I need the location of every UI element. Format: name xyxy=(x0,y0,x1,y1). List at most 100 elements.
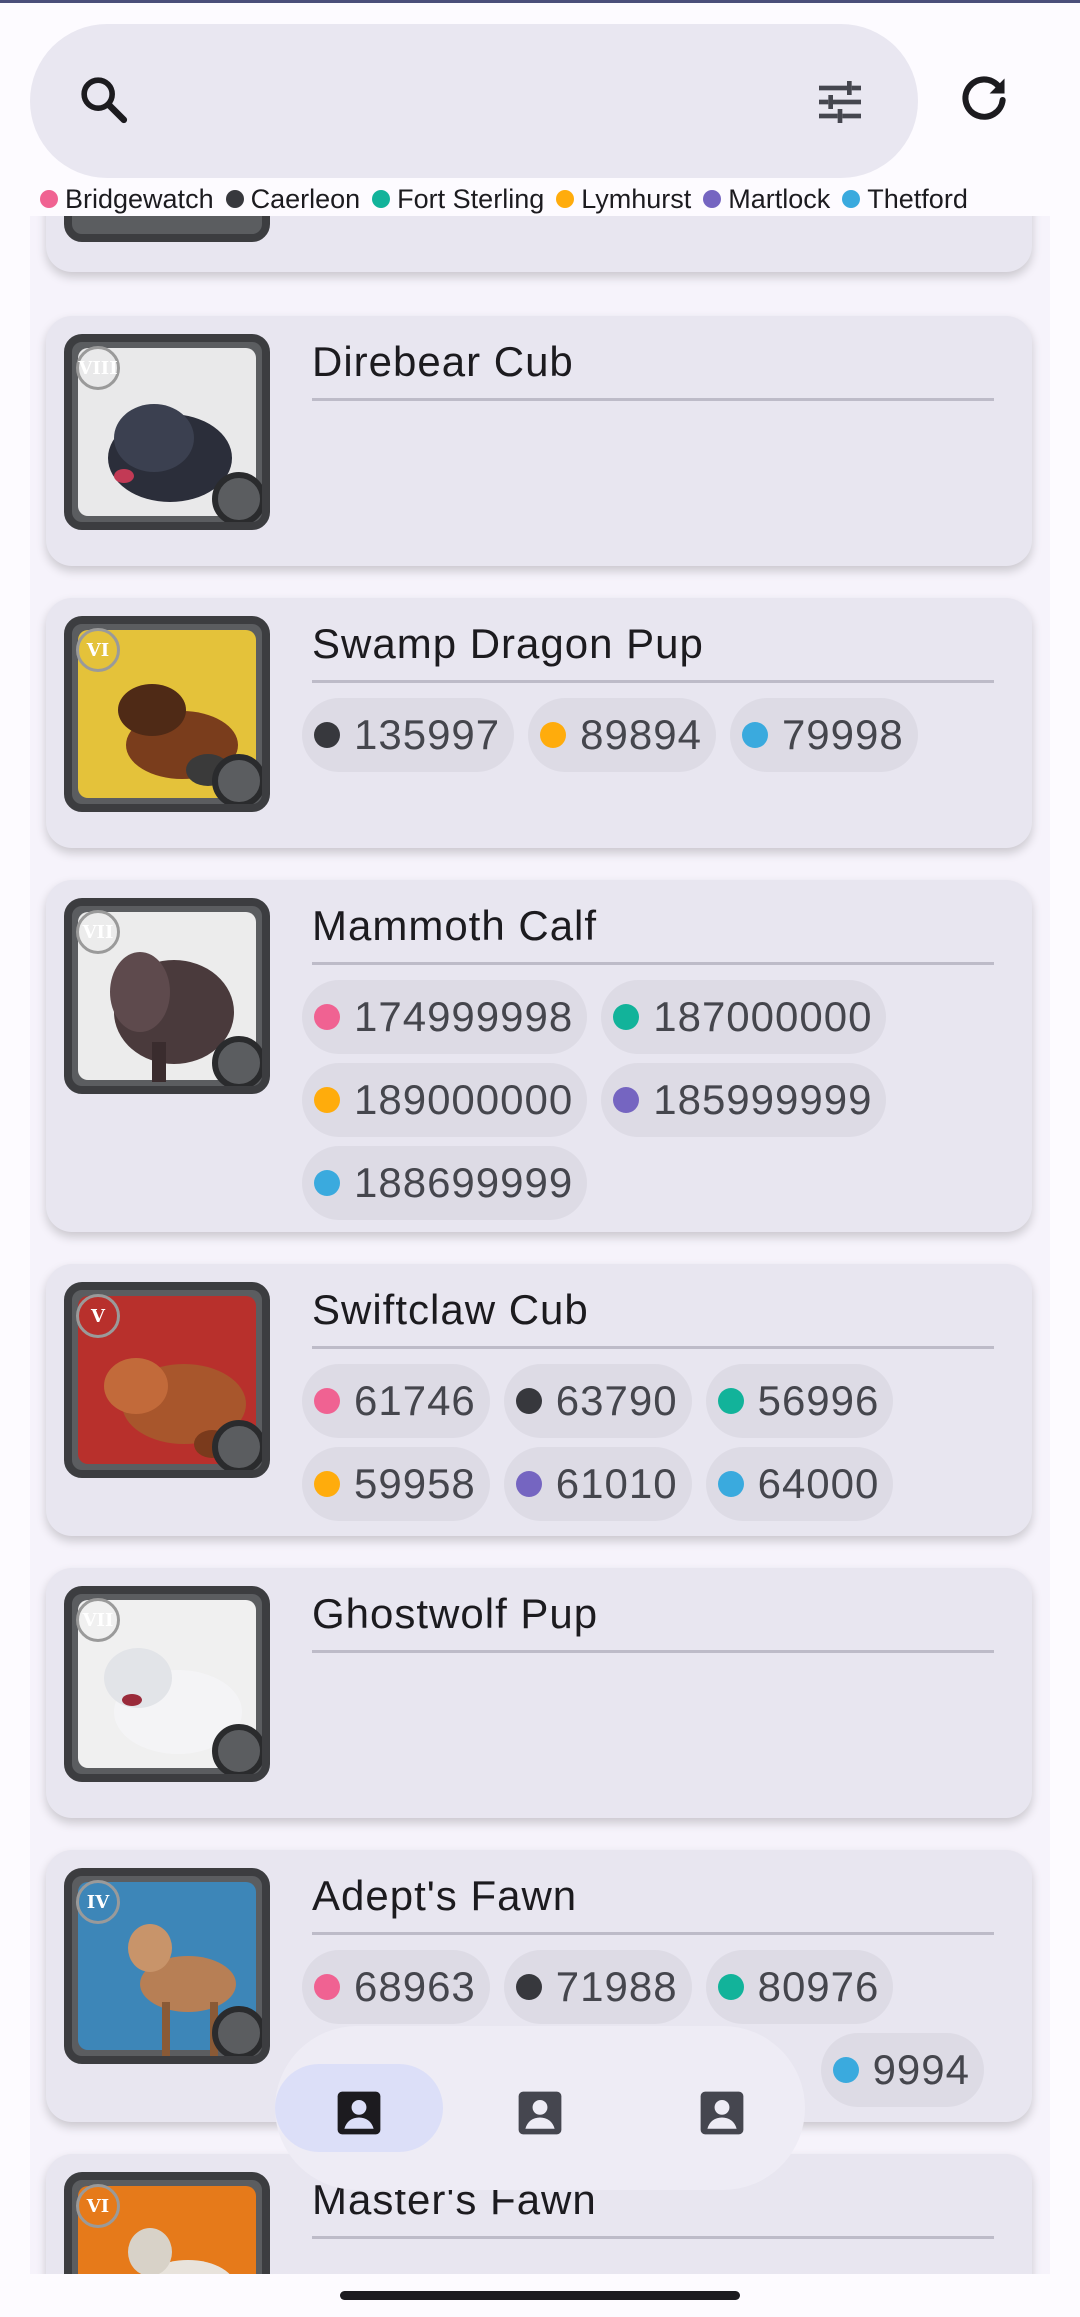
title-divider xyxy=(312,1346,994,1349)
price-chip: 80976 xyxy=(705,1950,894,2024)
list-item[interactable]: VII Ghostwolf Pup xyxy=(46,1568,1032,1818)
price-value: 80976 xyxy=(757,1963,880,2010)
account-box-icon[interactable] xyxy=(695,2086,749,2140)
price-value: 61010 xyxy=(555,1460,678,1507)
legend-dot xyxy=(703,190,722,208)
price-chip: 79998 xyxy=(729,698,918,772)
price-value: 79998 xyxy=(781,711,904,758)
legend-item: Thetford xyxy=(842,184,968,215)
home-indicator[interactable] xyxy=(340,2291,740,2300)
city-dot xyxy=(540,722,567,748)
price-value: 63790 xyxy=(555,1377,678,1424)
price-chip: 189000000 xyxy=(302,1063,588,1137)
item-title: Swamp Dragon Pup xyxy=(312,620,704,667)
list-item[interactable]: VII Mammoth Calf 174999998 187000000 1890000… xyxy=(46,880,1032,1232)
city-dot xyxy=(832,2057,859,2083)
account-box-icon[interactable] xyxy=(513,2086,567,2140)
legend-dot xyxy=(842,190,861,208)
title-divider xyxy=(312,398,994,401)
price-chip: 89894 xyxy=(528,698,716,772)
price-chip: 56996 xyxy=(705,1364,894,1438)
price-value: 174999998 xyxy=(354,993,574,1040)
price-value: 64000 xyxy=(757,1460,880,1507)
list-item-partial[interactable] xyxy=(46,216,1032,272)
pet-list[interactable]: VIII Direbear Cub VI Swamp Dragon Pup 135997… xyxy=(30,216,1050,2274)
legend-item: Lymhurst xyxy=(556,184,691,215)
price-chips: 135997 89894 79998 xyxy=(302,698,1002,781)
city-dot xyxy=(314,1388,340,1414)
item-title: Direbear Cub xyxy=(312,338,574,385)
legend-label: Martlock xyxy=(728,183,831,214)
status-bar-edge xyxy=(0,0,1080,3)
legend-label: Fort Sterling xyxy=(397,183,545,214)
item-title: Adept's Fawn xyxy=(312,1872,578,1919)
tier-badge: VII xyxy=(76,910,120,954)
tier-badge: V xyxy=(76,1294,120,1338)
city-dot xyxy=(613,1004,640,1030)
price-chip: 63790 xyxy=(503,1364,692,1438)
legend-label: Caerleon xyxy=(250,183,361,214)
price-value: 59958 xyxy=(354,1460,476,1507)
price-value: 135997 xyxy=(354,711,501,758)
legend-label: Bridgewatch xyxy=(65,183,214,214)
legend-dot xyxy=(225,190,244,208)
list-item[interactable]: VI Swamp Dragon Pup 135997 89894 79998 xyxy=(46,598,1032,848)
item-icon: IV xyxy=(64,1868,270,2064)
refresh-icon[interactable] xyxy=(956,72,1012,128)
item-title: Mammoth Calf xyxy=(312,902,598,949)
legend-dot xyxy=(372,190,391,208)
city-dot xyxy=(314,1471,340,1497)
city-dot xyxy=(717,1471,744,1497)
item-icon: VI xyxy=(64,616,270,812)
title-divider xyxy=(312,962,994,965)
tier-badge: IV xyxy=(76,1880,120,1924)
legend-label: Thetford xyxy=(867,183,968,214)
price-value: 89894 xyxy=(580,711,702,758)
item-icon: V xyxy=(64,1282,270,1478)
item-icon: VII xyxy=(64,898,270,1094)
tier-badge: VI xyxy=(76,628,120,672)
city-dot xyxy=(613,1087,640,1113)
price-value: 68963 xyxy=(354,1963,476,2010)
price-chip: 64000 xyxy=(705,1447,894,1521)
item-icon: VII xyxy=(64,1586,270,1782)
legend-dot xyxy=(40,190,58,208)
list-item[interactable]: VIII Direbear Cub xyxy=(46,316,1032,566)
price-chip: 61746 xyxy=(302,1364,490,1438)
price-chip: 135997 xyxy=(302,698,515,772)
search-icon[interactable] xyxy=(76,72,132,128)
price-value: 187000000 xyxy=(653,993,873,1040)
legend-item: Fort Sterling xyxy=(372,184,544,215)
account-box-icon[interactable] xyxy=(332,2086,386,2140)
city-dot xyxy=(515,1471,542,1497)
price-value: 9994 xyxy=(872,2046,970,2093)
tier-badge: VI xyxy=(76,2184,120,2228)
search-bar[interactable] xyxy=(30,24,918,178)
city-dot xyxy=(717,1974,744,2000)
price-chip: 188699999 xyxy=(302,1146,588,1220)
city-dot xyxy=(314,1004,340,1030)
item-title: Ghostwolf Pup xyxy=(312,1590,599,1637)
price-chip: 61010 xyxy=(503,1447,692,1521)
item-icon: VI xyxy=(64,2172,270,2274)
item-title: Swiftclaw Cub xyxy=(312,1286,589,1333)
price-chip: 68963 xyxy=(302,1950,490,2024)
price-chips: 61746 63790 56996 59958 61010 64000 xyxy=(302,1364,1002,1530)
price-value: 56996 xyxy=(757,1377,880,1424)
city-dot xyxy=(314,722,340,748)
title-divider xyxy=(312,1932,994,1935)
title-divider xyxy=(312,2236,994,2239)
legend-dot xyxy=(556,190,575,208)
legend-item: Bridgewatch xyxy=(40,184,214,215)
legend-label: Lymhurst xyxy=(581,183,692,214)
tune-icon[interactable] xyxy=(812,74,868,130)
city-dot xyxy=(741,722,768,748)
price-chip: 9994 xyxy=(820,2033,984,2107)
city-dot xyxy=(314,1974,340,2000)
price-value: 71988 xyxy=(555,1963,678,2010)
price-value: 189000000 xyxy=(354,1076,574,1123)
bottom-navigation xyxy=(275,2026,805,2190)
legend-item: Caerleon xyxy=(225,183,361,215)
list-item[interactable]: V Swiftclaw Cub 61746 63790 56996 59958 61010 6… xyxy=(46,1264,1032,1536)
tier-badge: VIII xyxy=(76,346,120,390)
